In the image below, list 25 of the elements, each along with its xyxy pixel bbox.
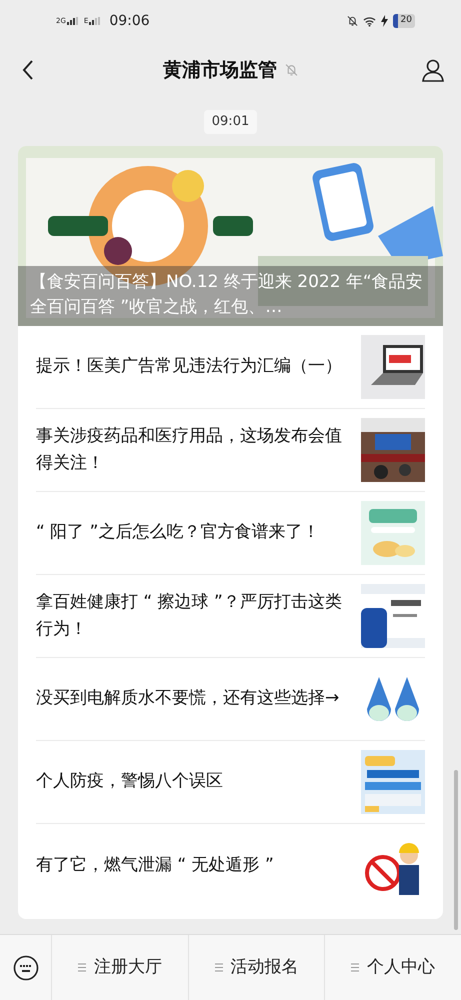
- clock: 09:06: [109, 12, 150, 30]
- article-title[interactable]: 事关涉疫药品和医疗用品，这场发布会值得关注！: [36, 422, 349, 476]
- article-title[interactable]: 拿百姓健康打 “ 擦边球 ”？严厉打击这类行为！: [36, 588, 349, 642]
- menu-icon: [78, 963, 86, 972]
- article-title[interactable]: 有了它，燃气泄漏 “ 无处遁形 ”: [36, 852, 349, 878]
- signal-icon: [89, 17, 102, 25]
- message-time: 09:01: [204, 110, 258, 134]
- menu-tab[interactable]: 注册大厅: [52, 935, 189, 1000]
- signal-icon: [66, 17, 79, 25]
- article-title[interactable]: 个人防疫，警惕八个误区: [36, 768, 349, 795]
- wifi-icon: [362, 16, 376, 26]
- menu-icon: [214, 963, 222, 972]
- article-title[interactable]: “ 阳了 ”之后怎么吃？官方食谱来了！: [36, 519, 349, 546]
- keyboard-icon: [12, 954, 38, 980]
- back-icon: [22, 60, 34, 80]
- bell-off-icon: [346, 15, 358, 27]
- article-title[interactable]: 提示！医美广告常见违法行为汇编（一）: [36, 353, 349, 380]
- charging-icon: [380, 15, 388, 27]
- battery-level: 20: [392, 14, 415, 28]
- menu-tab[interactable]: 活动报名: [188, 935, 326, 1000]
- article-title[interactable]: 没买到电解质水不要慌，还有这些选择→: [36, 685, 349, 712]
- chat-title: 黄浦市场监管: [163, 58, 277, 83]
- menu-icon: [351, 963, 360, 972]
- person-icon: [421, 58, 445, 82]
- menu-tab[interactable]: 个人中心: [325, 935, 461, 1000]
